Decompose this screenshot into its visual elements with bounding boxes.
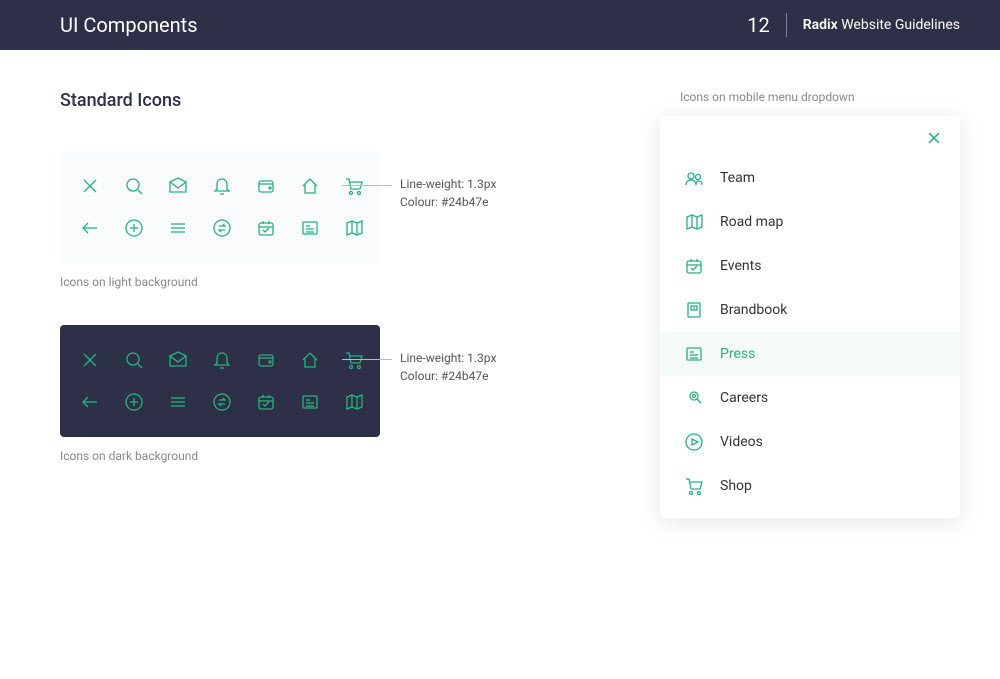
brandbook-icon: [684, 300, 704, 320]
calendar-icon: [256, 217, 276, 239]
menu-item-label: Team: [720, 170, 755, 186]
light-icon-panel: [60, 151, 380, 263]
header-divider: [786, 13, 787, 37]
menu-icon: [168, 217, 188, 239]
home-icon: [300, 349, 320, 371]
brand-label: Radix Website Guidelines: [803, 17, 960, 33]
section-title: Standard Icons: [60, 90, 600, 111]
page-header: UI Components 12 Radix Website Guideline…: [0, 0, 1000, 50]
home-icon: [300, 175, 320, 197]
search-icon: [124, 175, 144, 197]
dark-icon-panel-block: Line-weight: 1.3px Colour: #24b47e Icons…: [60, 325, 600, 463]
annotation-line: Line-weight: 1.3px: [400, 175, 496, 193]
mail-icon: [168, 175, 188, 197]
menu-item-press[interactable]: Press: [660, 332, 960, 376]
news-icon: [300, 391, 320, 413]
menu-item-label: Shop: [720, 478, 752, 494]
menu-item-label: Careers: [720, 390, 768, 406]
search-icon: [124, 349, 144, 371]
annotation-line: Colour: #24b47e: [400, 367, 496, 385]
cart-icon: [344, 175, 364, 197]
menu-icon: [168, 391, 188, 413]
dark-annotation: Line-weight: 1.3px Colour: #24b47e: [400, 349, 496, 385]
cart-icon: [684, 476, 704, 496]
cart-icon: [344, 349, 364, 371]
team-icon: [684, 168, 704, 188]
mobile-caption: Icons on mobile menu dropdown: [660, 90, 960, 104]
menu-item-label: Videos: [720, 434, 763, 450]
menu-item-brandbook[interactable]: Brandbook: [660, 288, 960, 332]
close-icon[interactable]: [926, 130, 942, 150]
menu-item-label: Road map: [720, 214, 783, 230]
map-icon: [344, 391, 364, 413]
map-icon: [684, 212, 704, 232]
header-meta: 12 Radix Website Guidelines: [747, 13, 960, 37]
close-icon: [80, 175, 100, 197]
menu-item-team[interactable]: Team: [660, 156, 960, 200]
menu-item-label: Events: [720, 258, 761, 274]
plus-circle-icon: [124, 217, 144, 239]
map-icon: [344, 217, 364, 239]
careers-icon: [684, 388, 704, 408]
menu-item-label: Brandbook: [720, 302, 787, 318]
page-number: 12: [747, 13, 769, 37]
page-title: UI Components: [60, 13, 198, 37]
menu-item-videos[interactable]: Videos: [660, 420, 960, 464]
bell-icon: [212, 349, 232, 371]
news-icon: [684, 344, 704, 364]
calendar-icon: [684, 256, 704, 276]
wallet-icon: [256, 175, 276, 197]
close-icon: [80, 349, 100, 371]
menu-item-events[interactable]: Events: [660, 244, 960, 288]
calendar-icon: [256, 391, 276, 413]
mobile-menu-dropdown: Team Road map Events Brandbook Press Car…: [660, 116, 960, 518]
bell-icon: [212, 175, 232, 197]
plus-circle-icon: [124, 391, 144, 413]
menu-item-shop[interactable]: Shop: [660, 464, 960, 508]
video-icon: [684, 432, 704, 452]
swap-icon: [212, 391, 232, 413]
light-annotation: Line-weight: 1.3px Colour: #24b47e: [400, 175, 496, 211]
arrow-left-icon: [80, 391, 100, 413]
mail-icon: [168, 349, 188, 371]
light-caption: Icons on light background: [60, 275, 600, 289]
news-icon: [300, 217, 320, 239]
annotation-line: Colour: #24b47e: [400, 193, 496, 211]
light-icon-panel-block: Line-weight: 1.3px Colour: #24b47e Icons…: [60, 151, 600, 289]
mobile-close-row: [660, 130, 960, 156]
dark-icon-panel: [60, 325, 380, 437]
arrow-left-icon: [80, 217, 100, 239]
menu-item-careers[interactable]: Careers: [660, 376, 960, 420]
wallet-icon: [256, 349, 276, 371]
swap-icon: [212, 217, 232, 239]
annotation-line: Line-weight: 1.3px: [400, 349, 496, 367]
menu-item-label: Press: [720, 346, 755, 362]
dark-caption: Icons on dark background: [60, 449, 600, 463]
menu-item-roadmap[interactable]: Road map: [660, 200, 960, 244]
